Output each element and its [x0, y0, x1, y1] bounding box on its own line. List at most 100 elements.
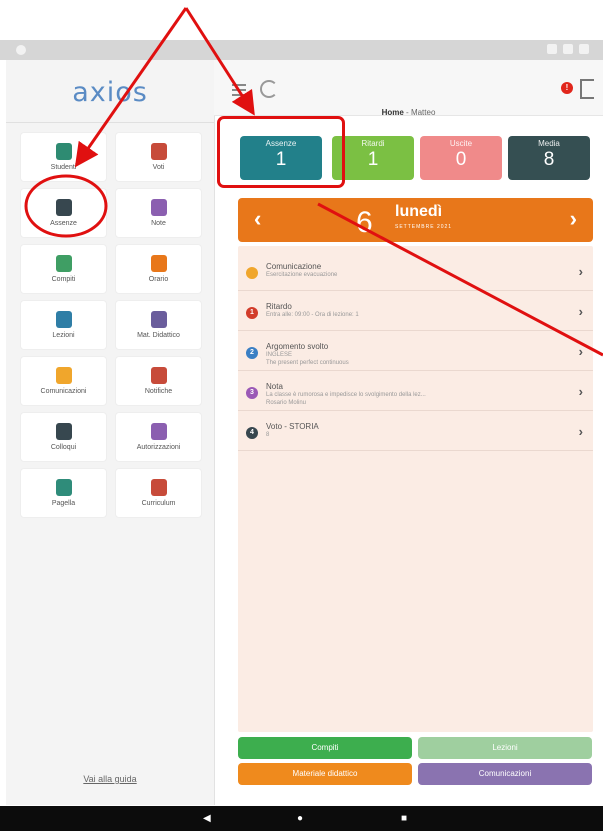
summary-average-tile[interactable]: Media 8: [508, 136, 590, 180]
event-badge: 2: [246, 347, 258, 359]
event-title: Ritardo: [266, 302, 292, 311]
sidebar-item-label: Compiti: [51, 276, 76, 283]
hamburger-menu-icon[interactable]: [232, 84, 246, 99]
annotation-highlight-box: [217, 116, 345, 188]
status-bar: [0, 40, 603, 60]
summary-value: 8: [543, 149, 555, 170]
guide-link[interactable]: Vai alla guida: [6, 774, 214, 784]
breadcrumb-separator: -: [403, 108, 411, 117]
sidebar-item-notifiche[interactable]: Notifiche: [115, 356, 202, 406]
material-icon: [150, 311, 167, 328]
battery-icon: [579, 44, 589, 54]
event-subtitle: Entra alle: 09:00 - Ora di lezione: 1: [266, 312, 359, 318]
event-title: Comunicazione: [266, 262, 322, 271]
android-navigation-bar: ◀ ● ■: [0, 806, 603, 831]
lessons-button[interactable]: Lezioni: [418, 737, 592, 759]
event-subtitle-secondary: Rosario Molinu: [266, 400, 307, 406]
sidebar-item-voti[interactable]: Voti: [115, 132, 202, 182]
sidebar-item-label: Colloqui: [50, 444, 77, 451]
day-name: lunedì: [395, 203, 443, 220]
sidebar-item-colloqui[interactable]: Colloqui: [20, 412, 107, 462]
signal-icon: [563, 44, 573, 54]
previous-day-button[interactable]: ‹: [254, 206, 261, 232]
sidebar-menu-grid: Studenti Voti Assenze Note Compiti Orario Lezi…: [20, 132, 210, 518]
home-icon[interactable]: ●: [297, 813, 303, 824]
date-navigator: ‹ 6 lunedì SETTEMBRE 2021 ›: [238, 198, 593, 242]
sidebar-item-label: Curriculum: [141, 500, 176, 507]
sidebar-item-mat-didattico[interactable]: Mat. Didattico: [115, 300, 202, 350]
event-subtitle: La classe è rumorosa e impedisce lo svol…: [266, 392, 426, 398]
breadcrumb-home[interactable]: Home: [382, 108, 404, 117]
logo-divider: [6, 122, 214, 123]
logout-icon[interactable]: [580, 79, 594, 99]
lessons-icon: [55, 311, 72, 328]
sidebar-item-autorizzazioni[interactable]: Autorizzazioni: [115, 412, 202, 462]
event-title: Argomento svolto: [266, 342, 329, 351]
sidebar-item-orario[interactable]: Orario: [115, 244, 202, 294]
sidebar-item-label: Autorizzazioni: [136, 444, 181, 451]
sidebar-item-label: Assenze: [50, 220, 77, 227]
back-icon[interactable]: ◀: [203, 813, 211, 824]
sidebar-item-label: Notifiche: [144, 388, 173, 395]
sidebar-item-comunicazioni[interactable]: Comunicazioni: [20, 356, 107, 406]
sidebar-item-label: Orario: [148, 276, 169, 283]
event-row[interactable]: 1 Ritardo Entra alle: 09:00 - Ora di lezio…: [238, 294, 593, 331]
event-title: Nota: [266, 382, 283, 391]
event-title: Voto - STORIA: [266, 422, 319, 431]
sidebar-item-label: Mat. Didattico: [137, 332, 180, 339]
chevron-right-icon[interactable]: ›: [579, 344, 583, 359]
event-subtitle: 8: [266, 432, 270, 438]
communications-button[interactable]: Comunicazioni: [418, 763, 592, 785]
sidebar-item-note[interactable]: Note: [115, 188, 202, 238]
wifi-icon: [547, 44, 557, 54]
event-badge: 3: [246, 387, 258, 399]
chevron-right-icon[interactable]: ›: [579, 304, 583, 319]
next-day-button[interactable]: ›: [570, 206, 577, 232]
authorizations-icon: [150, 423, 167, 440]
summary-label: Media: [538, 139, 560, 148]
curriculum-icon: [150, 479, 167, 496]
sidebar-item-compiti[interactable]: Compiti: [20, 244, 107, 294]
event-row[interactable]: 2 Argomento svolto INGLESE The present perf…: [238, 334, 593, 371]
status-indicator-icon: [16, 45, 26, 55]
chevron-right-icon[interactable]: ›: [579, 384, 583, 399]
homework-icon: [55, 255, 72, 272]
day-number: 6: [356, 206, 373, 239]
meetings-icon: [55, 423, 72, 440]
communications-icon: [55, 367, 72, 384]
student-icon: [55, 143, 72, 160]
notification-badge[interactable]: !: [561, 82, 573, 94]
recents-icon[interactable]: ■: [401, 813, 407, 824]
sidebar-item-label: Lezioni: [52, 332, 75, 339]
month-year: SETTEMBRE 2021: [395, 224, 453, 230]
sidebar-item-assenze[interactable]: Assenze: [20, 188, 107, 238]
event-subtitle-secondary: The present perfect continuous: [266, 360, 349, 366]
notes-icon: [150, 199, 167, 216]
report-card-icon: [55, 479, 72, 496]
summary-exits-tile[interactable]: Uscite 0: [420, 136, 502, 180]
chevron-right-icon[interactable]: ›: [579, 264, 583, 279]
event-row[interactable]: 4 Voto - STORIA 8 ›: [238, 414, 593, 451]
sidebar-item-studenti[interactable]: Studenti: [20, 132, 107, 182]
chevron-right-icon[interactable]: ›: [579, 424, 583, 439]
event-subtitle: Esercitazione evacuazione: [266, 272, 338, 278]
sidebar-item-lezioni[interactable]: Lezioni: [20, 300, 107, 350]
breadcrumb-user: Matteo: [410, 108, 436, 117]
homework-button[interactable]: Compiti: [238, 737, 412, 759]
day-events-list: Comunicazione Esercitazione evacuazione › 1…: [238, 246, 593, 732]
event-subtitle: INGLESE: [266, 352, 293, 358]
bell-icon: [150, 367, 167, 384]
sidebar-item-pagella[interactable]: Pagella: [20, 468, 107, 518]
sidebar-item-curriculum[interactable]: Curriculum: [115, 468, 202, 518]
event-badge: 1: [246, 307, 258, 319]
axios-logo: axios: [72, 77, 148, 108]
event-row[interactable]: 3 Nota La classe è rumorosa e impedisce lo…: [238, 374, 593, 411]
clock-icon: [150, 255, 167, 272]
refresh-icon[interactable]: [260, 80, 278, 98]
teaching-material-button[interactable]: Materiale didattico: [238, 763, 412, 785]
sidebar-item-label: Note: [151, 220, 166, 227]
event-row[interactable]: Comunicazione Esercitazione evacuazione ›: [238, 254, 593, 291]
sidebar-item-label: Comunicazioni: [40, 388, 87, 395]
top-margin: [0, 0, 603, 8]
main-header: Home - Matteo !: [214, 60, 603, 117]
